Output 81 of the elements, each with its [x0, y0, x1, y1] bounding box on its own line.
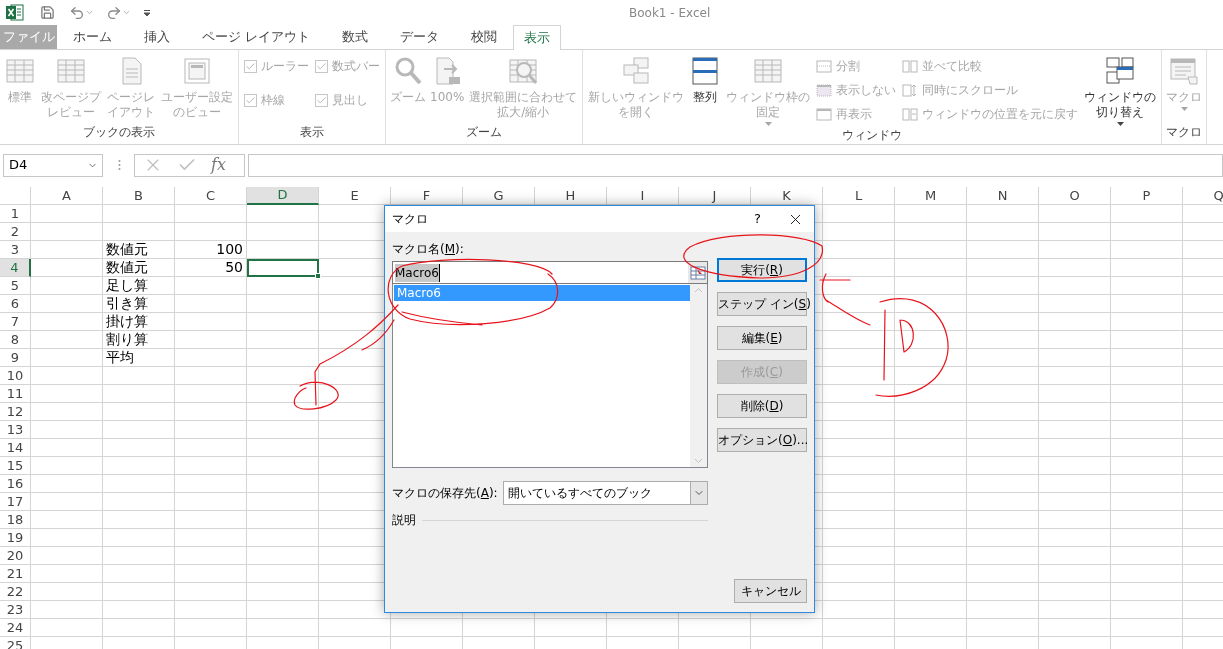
ribbon-tab[interactable]: 挿入 — [128, 25, 186, 49]
ribbon-tab[interactable]: 表示 — [513, 25, 562, 50]
row-header[interactable]: 14 — [0, 439, 31, 457]
row-header[interactable]: 4 — [0, 259, 31, 277]
row-header[interactable]: 15 — [0, 457, 31, 475]
dialog-button[interactable]: オプション(O)... — [717, 428, 807, 452]
column-header[interactable]: E — [319, 187, 391, 205]
row-header[interactable]: 19 — [0, 529, 31, 547]
row-header[interactable]: 13 — [0, 421, 31, 439]
row-header[interactable]: 18 — [0, 511, 31, 529]
row-header[interactable]: 2 — [0, 223, 31, 241]
checkbox-label: 見出し — [332, 92, 368, 109]
column-header[interactable]: K — [751, 187, 823, 205]
window-title: Book1 - Excel — [629, 4, 711, 22]
row-header[interactable]: 5 — [0, 277, 31, 295]
location-dropdown[interactable]: 開いているすべてのブック — [502, 481, 708, 505]
insert-function-button[interactable]: fx — [211, 153, 226, 177]
group-label: ウィンドウ — [841, 127, 904, 144]
checkbox-label: ルーラー — [261, 58, 309, 75]
row-header[interactable]: 17 — [0, 493, 31, 511]
dialog-button[interactable]: 削除(D) — [717, 394, 807, 418]
column-header[interactable]: D — [247, 187, 319, 205]
column-header[interactable]: N — [967, 187, 1039, 205]
row-header[interactable]: 22 — [0, 583, 31, 601]
row-header[interactable]: 8 — [0, 331, 31, 349]
row-header[interactable]: 6 — [0, 295, 31, 313]
row-header[interactable]: 23 — [0, 601, 31, 619]
column-header[interactable]: C — [175, 187, 247, 205]
column-header[interactable]: P — [1111, 187, 1183, 205]
column-header[interactable]: J — [679, 187, 751, 205]
column-header[interactable]: F — [391, 187, 463, 205]
column-header[interactable]: I — [607, 187, 679, 205]
section-label: 説明 — [392, 512, 416, 529]
table-cell: 足し算 — [103, 277, 175, 295]
row-header[interactable]: 9 — [0, 349, 31, 367]
row-header[interactable]: 12 — [0, 403, 31, 421]
help-button[interactable]: ? — [754, 209, 761, 229]
dialog-button[interactable]: 編集(E) — [717, 326, 807, 350]
row-header[interactable]: 11 — [0, 385, 31, 403]
table-cell: 掛け算 — [103, 313, 175, 331]
row-header[interactable]: 21 — [0, 565, 31, 583]
cancel-button[interactable]: キャンセル — [734, 579, 807, 603]
group-label: ブックの表示 — [82, 124, 156, 141]
ribbon-button[interactable]: ウィンドウの切り替え — [1081, 55, 1160, 126]
column-header[interactable]: A — [31, 187, 103, 205]
column-header[interactable]: H — [535, 187, 607, 205]
checkbox-label: 枠線 — [261, 92, 285, 109]
ribbon-tab[interactable]: データ — [384, 25, 456, 49]
row-header[interactable]: 3 — [0, 241, 31, 259]
group-label: ズーム — [465, 124, 504, 141]
ribbon-tab[interactable]: 校閲 — [455, 25, 514, 49]
row-header[interactable]: 10 — [0, 367, 31, 385]
field-label: マクロの保存先(A): — [392, 485, 498, 502]
checkbox-label: 数式バー — [332, 58, 380, 75]
dialog-title: マクロ — [392, 211, 429, 228]
table-cell: 100 — [175, 241, 247, 259]
row-header[interactable]: 24 — [0, 619, 31, 637]
row-header[interactable]: 20 — [0, 547, 31, 565]
table-cell: 50 — [175, 259, 247, 277]
table-cell: 引き算 — [103, 295, 175, 313]
column-header[interactable]: O — [1039, 187, 1111, 205]
field-label: マクロ名(M): — [392, 241, 465, 258]
table-cell: 平均 — [103, 349, 175, 367]
group-label: マクロ — [1165, 124, 1204, 141]
name-box[interactable]: D4 — [3, 153, 103, 177]
column-header[interactable]: M — [895, 187, 967, 205]
ribbon-tab[interactable]: ページ レイアウト — [186, 25, 327, 49]
row-header[interactable]: 1 — [0, 205, 31, 223]
column-header[interactable]: G — [463, 187, 535, 205]
column-header[interactable]: B — [103, 187, 175, 205]
table-cell: 数値元 — [103, 259, 175, 277]
table-cell: 数値元 — [103, 241, 175, 259]
column-header[interactable]: L — [823, 187, 895, 205]
ribbon-button[interactable]: 整列 — [687, 55, 724, 105]
dialog-button[interactable]: 実行(R) — [717, 258, 807, 282]
row-header[interactable]: 7 — [0, 313, 31, 331]
row-header[interactable]: 16 — [0, 475, 31, 493]
table-cell: 割り算 — [103, 331, 175, 349]
ribbon-tab[interactable]: 数式 — [326, 25, 385, 49]
group-label: 表示 — [299, 124, 325, 141]
ribbon-tab[interactable]: ホーム — [57, 25, 128, 49]
